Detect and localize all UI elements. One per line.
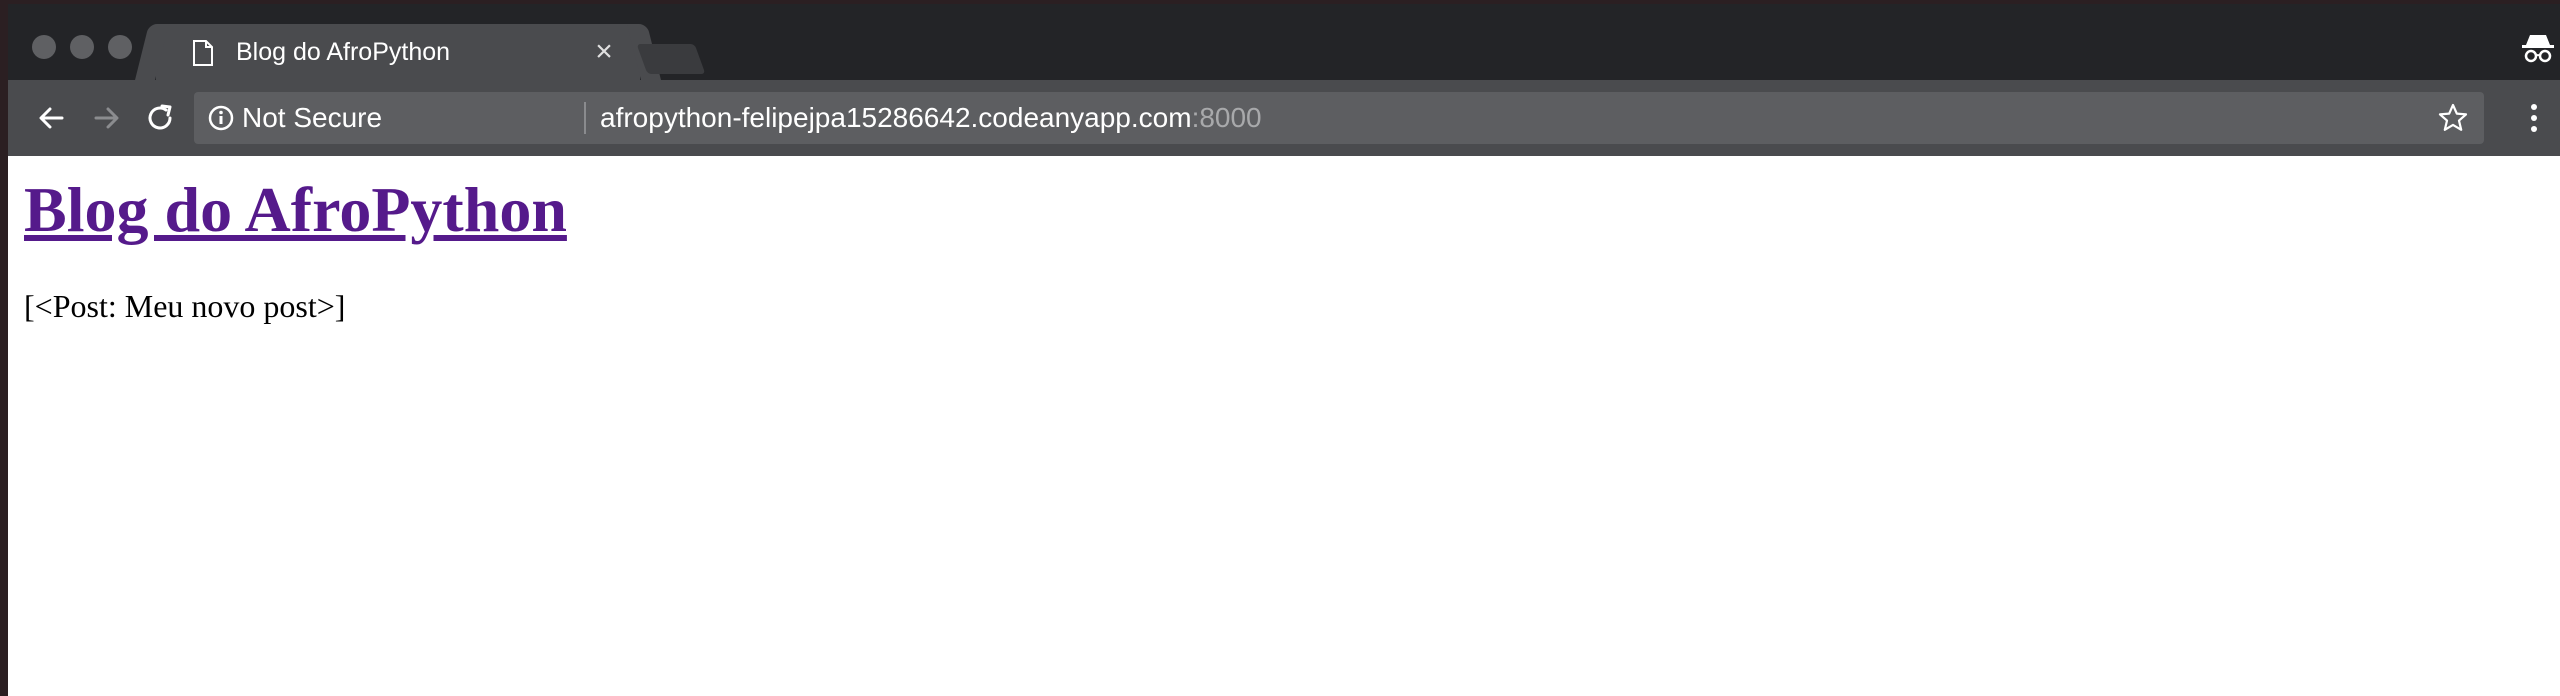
incognito-icon — [2522, 35, 2554, 63]
security-label[interactable]: Not Secure — [242, 101, 382, 135]
post-list-text: [<Post: Meu novo post>] — [24, 288, 346, 324]
back-arrow-icon[interactable] — [32, 98, 72, 138]
tab-strip: Blog do AfroPython × — [8, 4, 2560, 80]
page-title: Blog do AfroPython — [24, 170, 567, 250]
minimize-window-button[interactable] — [70, 35, 94, 59]
reload-icon[interactable] — [140, 98, 180, 138]
document-icon — [193, 40, 213, 66]
tab-close-button[interactable]: × — [588, 36, 620, 68]
new-tab-button[interactable] — [636, 44, 706, 74]
browser-toolbar: Not Secure afropython-felipejpa15286642.… — [8, 80, 2560, 158]
url-text[interactable]: afropython-felipejpa15286642.codeanyapp.… — [600, 101, 1262, 135]
page-content: Blog do AfroPython [<Post: Meu novo post… — [8, 156, 2560, 696]
blog-title-link[interactable]: Blog do AfroPython — [24, 174, 567, 245]
tab-title: Blog do AfroPython — [236, 38, 451, 66]
url-port: :8000 — [1191, 102, 1262, 133]
zoom-window-button[interactable] — [108, 35, 132, 59]
browser-window: Blog do AfroPython × Not Secure afropyth… — [8, 4, 2560, 696]
url-host: afropython-felipejpa15286642.codeanyapp.… — [600, 102, 1192, 133]
address-bar[interactable]: Not Secure afropython-felipejpa15286642.… — [194, 92, 2484, 144]
more-vert-icon[interactable] — [2516, 100, 2552, 136]
omnibox-divider — [584, 102, 586, 134]
forward-arrow-icon[interactable] — [86, 98, 126, 138]
tab-active[interactable]: Blog do AfroPython × — [156, 24, 640, 80]
info-icon[interactable] — [208, 105, 234, 131]
star-icon[interactable] — [2438, 103, 2468, 133]
close-window-button[interactable] — [32, 35, 56, 59]
